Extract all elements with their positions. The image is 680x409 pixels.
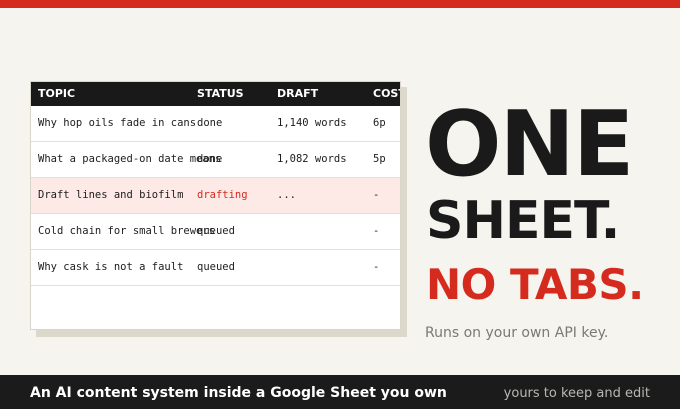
cell-cost[interactable]: 6p <box>373 117 386 129</box>
table-row[interactable]: Cold chain for small brewers queued - <box>31 214 400 250</box>
column-header-topic[interactable]: TOPIC <box>38 87 75 100</box>
cell-cost[interactable]: - <box>373 261 379 273</box>
headline-line-two: SHEET. <box>426 191 620 251</box>
sheet-header-row: TOPIC STATUS DRAFT COST <box>31 82 400 106</box>
table-row-active[interactable]: Draft lines and biofilm drafting ... - <box>31 178 400 214</box>
top-accent-bar <box>0 0 680 8</box>
cell-cost[interactable]: - <box>373 225 379 237</box>
cell-draft[interactable]: ... <box>277 189 296 201</box>
spreadsheet: TOPIC STATUS DRAFT COST Why hop oils fad… <box>30 81 401 330</box>
footer-bar: An AI content system inside a Google She… <box>0 375 680 409</box>
headline-line-three: NO TABS. <box>426 260 644 309</box>
footer-note: yours to keep and edit <box>503 386 650 401</box>
cell-status[interactable]: queued <box>197 261 235 273</box>
column-header-status[interactable]: STATUS <box>197 87 244 100</box>
column-header-cost[interactable]: COST <box>373 87 400 100</box>
table-row[interactable]: What a packaged-on date means done 1,082… <box>31 142 400 178</box>
cell-status[interactable]: drafting <box>197 189 248 201</box>
cell-topic[interactable]: What a packaged-on date means <box>38 153 221 165</box>
cell-topic[interactable]: Cold chain for small brewers <box>38 225 215 237</box>
cell-status[interactable]: queued <box>197 225 235 237</box>
cell-status[interactable]: done <box>197 153 222 165</box>
cell-status[interactable]: done <box>197 117 222 129</box>
cell-draft[interactable]: 1,140 words <box>277 117 347 129</box>
cell-topic[interactable]: Why hop oils fade in cans <box>38 117 196 129</box>
cell-topic[interactable]: Draft lines and biofilm <box>38 189 183 201</box>
cell-draft[interactable]: 1,082 words <box>277 153 347 165</box>
headline-line-one: ONE <box>425 92 634 197</box>
table-row[interactable]: Why hop oils fade in cans done 1,140 wor… <box>31 106 400 142</box>
cell-cost[interactable]: 5p <box>373 153 386 165</box>
footer-tagline: An AI content system inside a Google She… <box>30 385 447 401</box>
column-header-draft[interactable]: DRAFT <box>277 87 318 100</box>
table-row[interactable]: Why cask is not a fault queued - <box>31 250 400 286</box>
cell-cost[interactable]: - <box>373 189 379 201</box>
cell-topic[interactable]: Why cask is not a fault <box>38 261 183 273</box>
headline-subtitle: Runs on your own API key. <box>425 325 609 341</box>
